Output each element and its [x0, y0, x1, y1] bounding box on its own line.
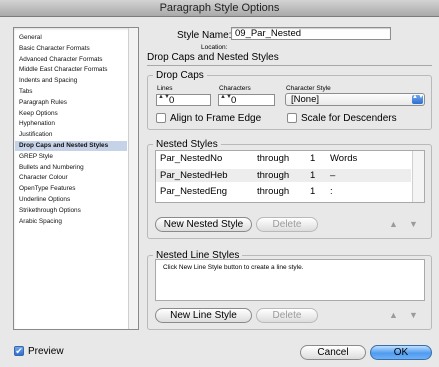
style-name-label: Style Name: [177, 30, 232, 41]
section-divider [147, 65, 432, 66]
check-icon: ✔ [15, 346, 23, 356]
scale-descenders-checkbox[interactable] [287, 113, 297, 123]
scale-descenders-label: Scale for Descenders [301, 113, 397, 124]
delete-nested-style-button[interactable]: Delete [256, 217, 318, 232]
sidebar-item[interactable]: Drop Caps and Nested Styles [15, 141, 127, 151]
nested-style-through: through [257, 153, 290, 164]
sidebar-item[interactable]: Indents and Spacing [15, 76, 127, 86]
characters-stepper[interactable]: ▲▼ 0 [218, 94, 275, 106]
location-label: Location: [201, 44, 228, 51]
move-down-icon[interactable]: ▼ [409, 310, 418, 320]
drop-caps-legend: Drop Caps [153, 70, 207, 82]
sidebar-item[interactable]: Keep Options [15, 109, 127, 119]
preview-label: Preview [28, 346, 64, 357]
sidebar-item[interactable]: Character Colour [15, 173, 127, 183]
stepper-arrows-icon[interactable]: ▲▼ [220, 94, 232, 105]
move-down-icon[interactable]: ▼ [409, 219, 418, 229]
character-style-label: Character Style [286, 85, 331, 92]
nested-style-count: 1 [310, 186, 316, 197]
align-frame-edge-checkbox[interactable] [156, 113, 166, 123]
move-up-icon[interactable]: ▲ [389, 219, 398, 229]
lines-label: Lines [157, 85, 173, 92]
align-frame-edge-label: Align to Frame Edge [170, 113, 262, 124]
sidebar-item[interactable]: OpenType Features [15, 184, 127, 194]
nested-style-until: : [330, 186, 333, 197]
ok-button[interactable]: OK [370, 345, 432, 360]
move-up-icon[interactable]: ▲ [389, 310, 398, 320]
nested-style-until: – [330, 169, 336, 181]
category-list-scrollbar[interactable] [128, 28, 138, 329]
nested-line-styles-list[interactable]: Click New Line Style button to create a … [155, 259, 425, 301]
paragraph-style-options-dialog: Paragraph Style Options General Basic Cha… [0, 0, 439, 367]
nested-style-name: Par_NestedEng [160, 186, 228, 197]
select-arrows-icon[interactable]: ▲▼ [412, 94, 424, 104]
nested-styles-scrollbar[interactable] [412, 151, 424, 202]
lines-stepper[interactable]: ▲▼ 0 [156, 94, 211, 106]
nested-style-name: Par_NestedHeb [160, 169, 228, 181]
character-style-value: [None] [291, 94, 319, 105]
category-list[interactable]: General Basic Character Formats Advanced C… [13, 27, 139, 330]
sidebar-item[interactable]: General [15, 33, 127, 43]
nested-style-name: Par_NestedNo [160, 153, 223, 164]
character-style-select[interactable]: [None] ▲▼ [285, 93, 425, 106]
sidebar-item[interactable]: Paragraph Rules [15, 98, 127, 108]
nested-style-through: through [257, 186, 290, 197]
nested-style-row[interactable]: Par_NestedEng through 1: [156, 185, 411, 198]
nested-style-row[interactable]: Par_NestedHeb through 1 – [156, 168, 411, 182]
sidebar-item[interactable]: Arabic Spacing [15, 217, 127, 227]
sidebar-item[interactable]: Strikethrough Options [15, 206, 127, 216]
new-nested-style-button[interactable]: New Nested Style [155, 217, 252, 232]
sidebar-item[interactable]: Bullets and Numbering [15, 163, 127, 173]
nested-style-through: through [257, 169, 290, 181]
nested-style-count: 1 [310, 169, 316, 181]
characters-label: Characters [219, 85, 251, 92]
style-name-field[interactable]: 09_Par_Nested [231, 27, 391, 40]
preview-checkbox[interactable]: ✔ [14, 346, 24, 356]
sidebar-item[interactable]: Basic Character Formats [15, 44, 127, 54]
stepper-arrows-icon[interactable]: ▲▼ [158, 94, 170, 105]
window-title: Paragraph Style Options [0, 0, 439, 17]
sidebar-item[interactable]: Middle East Character Formats [15, 65, 127, 75]
nested-styles-list[interactable]: Par_NestedNo through 1 Words Par_NestedHeb th… [155, 150, 425, 203]
new-line-style-button[interactable]: New Line Style [155, 308, 252, 323]
sidebar-item[interactable]: Justification [15, 130, 127, 140]
cancel-button[interactable]: Cancel [300, 345, 366, 360]
sidebar-item[interactable]: Hyphenation [15, 119, 127, 129]
delete-line-style-button[interactable]: Delete [256, 308, 318, 323]
section-title: Drop Caps and Nested Styles [147, 52, 279, 63]
sidebar-item[interactable]: Tabs [15, 87, 127, 97]
sidebar-item[interactable]: Advanced Character Formats [15, 55, 127, 65]
sidebar-item[interactable]: Underline Options [15, 195, 127, 205]
nested-style-until: Words [330, 153, 358, 164]
nested-style-row[interactable]: Par_NestedNo through 1 Words [156, 152, 411, 165]
nested-line-styles-hint: Click New Line Style button to create a … [163, 264, 304, 271]
nested-style-count: 1 [310, 153, 316, 164]
sidebar-item[interactable]: GREP Style [15, 152, 127, 162]
